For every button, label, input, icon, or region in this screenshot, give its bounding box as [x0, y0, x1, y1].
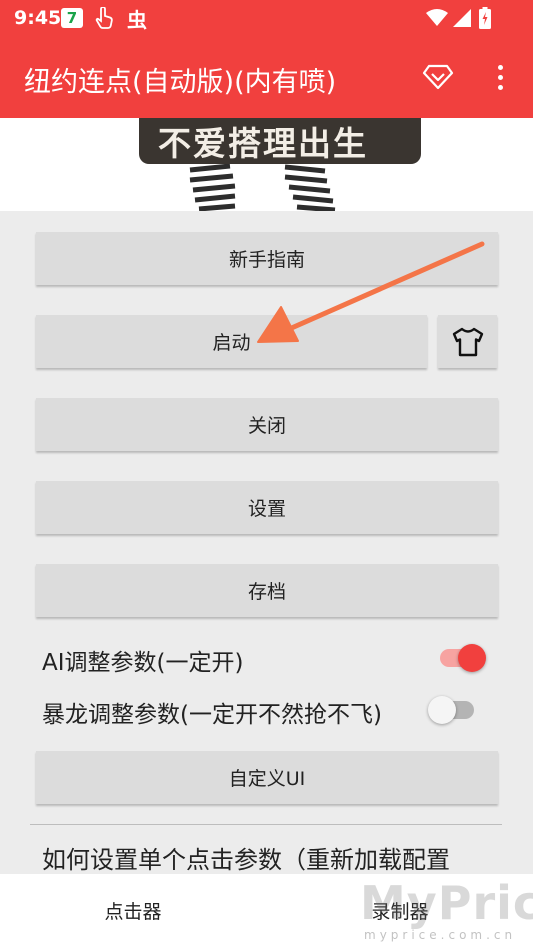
main-panel: 新手指南 启动 关闭 设置 存档 AI调整参数(一定开) 暴龙调整参数(一定开不… [0, 211, 533, 874]
battery-icon [478, 6, 492, 30]
tab-clicker[interactable]: 点击器 [0, 874, 266, 947]
tshirt-icon [452, 327, 483, 356]
more-dot-icon [497, 64, 503, 70]
start-button[interactable]: 启动 [36, 315, 427, 368]
trex-adjust-switch-label: 暴龙调整参数(一定开不然抢不飞) [42, 702, 382, 728]
notification-badge-icon: 7 [61, 8, 83, 28]
more-options-button[interactable] [488, 58, 512, 96]
custom-ui-button[interactable]: 自定义UI [36, 751, 498, 804]
ai-adjust-switch-label: AI调整参数(一定开) [42, 650, 244, 676]
banner-text: 不爱搭理出生 [158, 124, 368, 163]
trex-adjust-switch-thumb[interactable] [428, 696, 456, 724]
touch-hand-icon [93, 6, 115, 30]
app-title: 纽约连点(自动版)(内有喷) [24, 67, 337, 98]
settings-button[interactable]: 设置 [36, 481, 498, 534]
help-link[interactable]: 如何设置单个点击参数（重新加载配置 [42, 840, 450, 875]
signal-icon [452, 6, 472, 30]
trex-adjust-switch-row[interactable]: 暴龙调整参数(一定开不然抢不飞) [42, 690, 502, 730]
ai-adjust-switch-row[interactable]: AI调整参数(一定开) [42, 638, 502, 678]
divider [30, 824, 502, 825]
more-dot-icon [497, 74, 503, 80]
watermark-logo: MyPrice [360, 876, 533, 930]
app-bar: 纽约连点(自动版)(内有喷) [0, 36, 533, 118]
banner-image: 不爱搭理出生 [0, 118, 533, 211]
diamond-icon [422, 64, 454, 90]
status-bar: 9:45 7 虫 [0, 0, 533, 36]
diamond-button[interactable] [419, 58, 457, 96]
bug-icon: 虫 [127, 7, 147, 32]
guide-button[interactable]: 新手指南 [36, 232, 498, 285]
close-button[interactable]: 关闭 [36, 398, 498, 451]
save-button[interactable]: 存档 [36, 564, 498, 617]
ai-adjust-switch-thumb[interactable] [458, 644, 486, 672]
status-time: 9:45 [14, 7, 62, 29]
more-dot-icon [497, 84, 503, 90]
striped-legs-illustration [189, 164, 336, 211]
watermark-url: myprice.com.cn [364, 928, 517, 942]
wifi-icon [425, 6, 449, 30]
skin-button[interactable] [438, 315, 497, 368]
